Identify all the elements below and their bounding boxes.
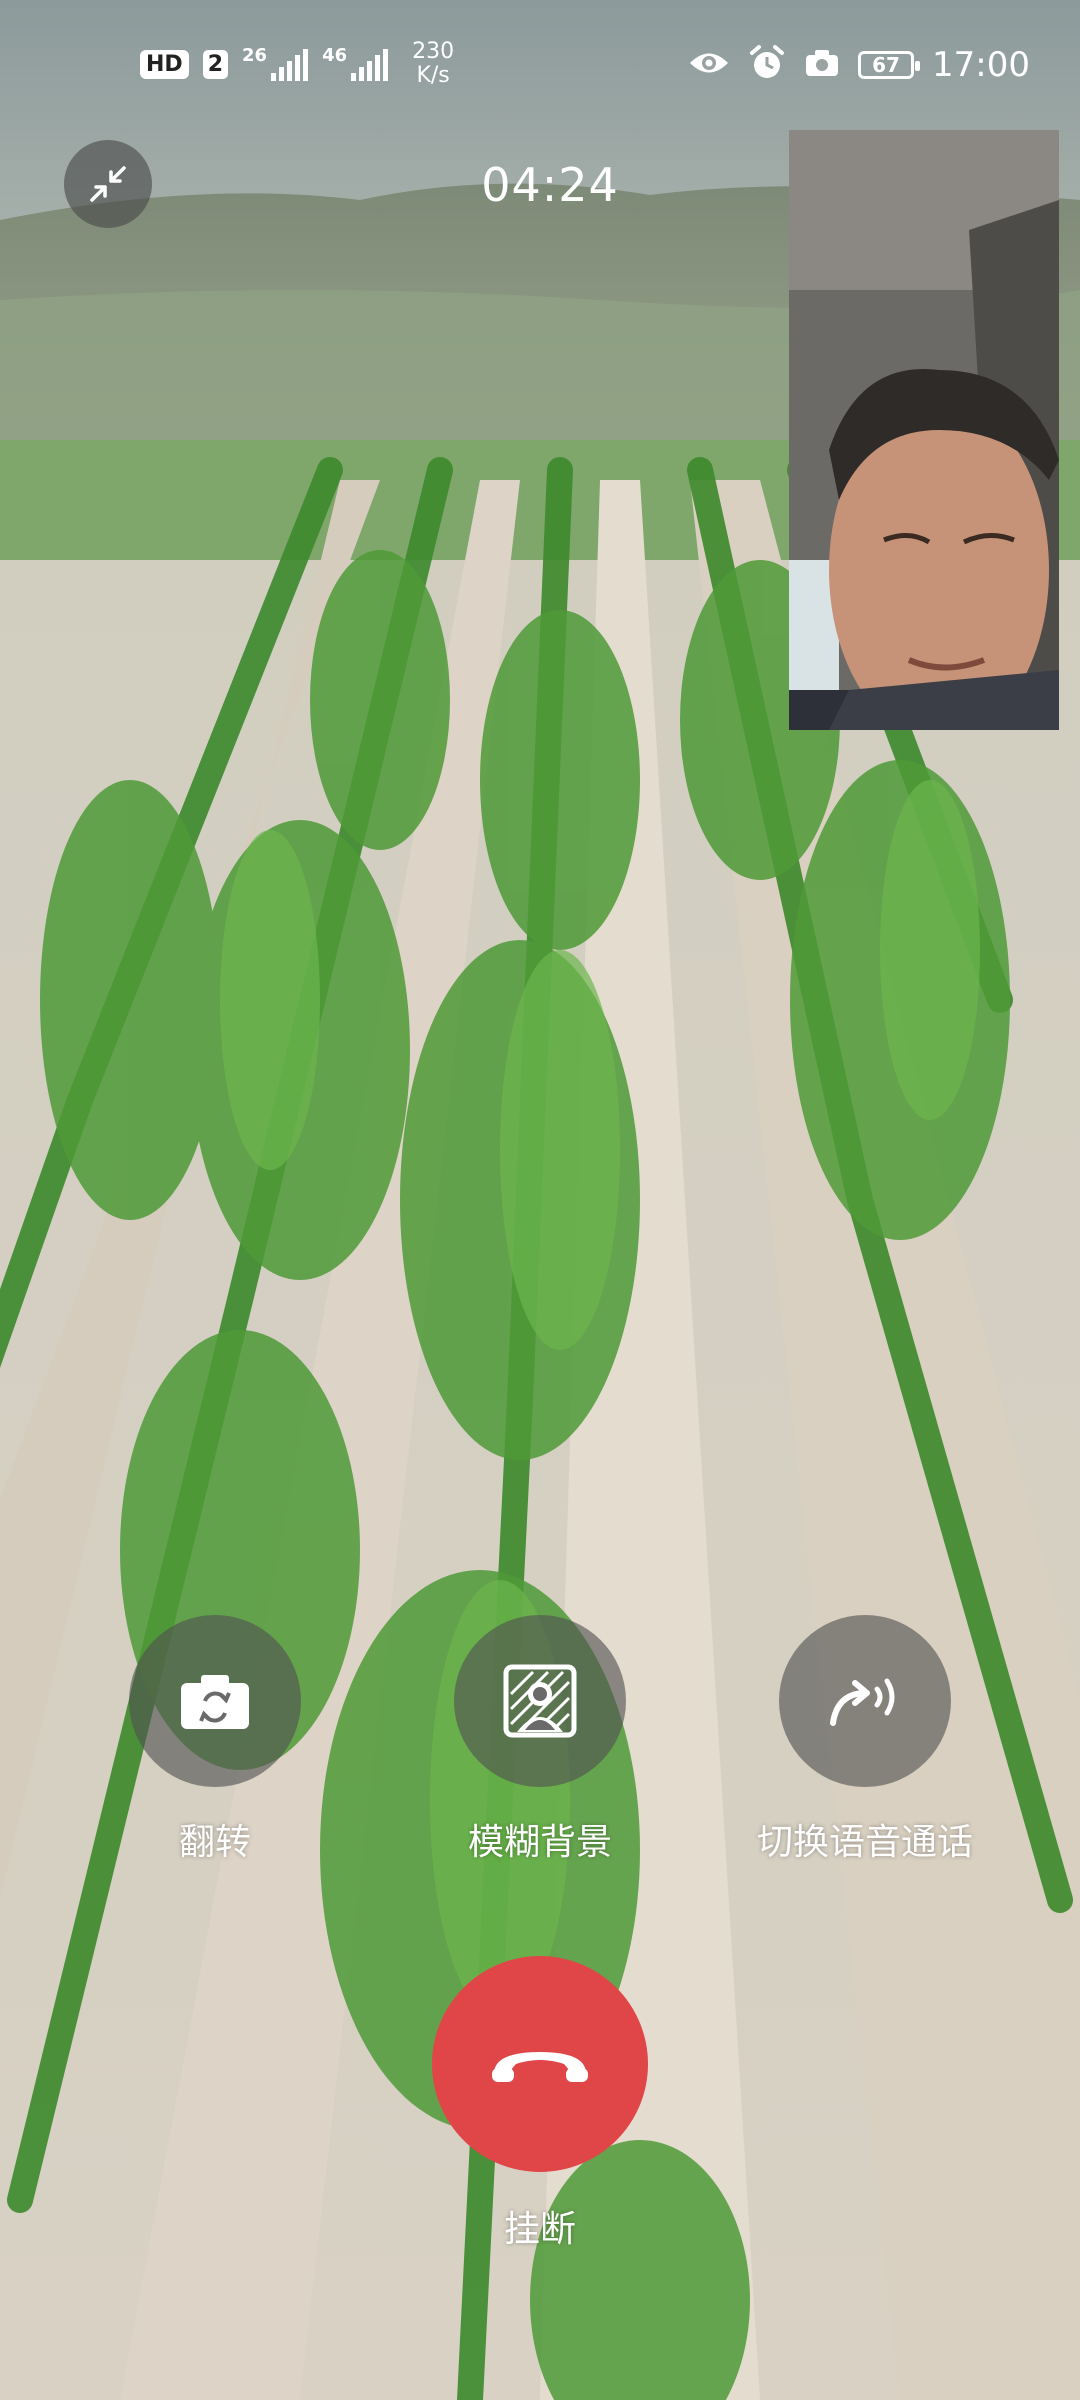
blur-background-label: 模糊背景 bbox=[467, 1822, 612, 1863]
hangup-button[interactable] bbox=[432, 1956, 648, 2172]
signal-icon: 26 bbox=[242, 45, 309, 81]
network-speed-value: 230 bbox=[412, 39, 455, 64]
switch-voice-icon bbox=[830, 1678, 895, 1726]
sim-badge: 2 bbox=[202, 49, 228, 79]
switch-voice-button[interactable] bbox=[779, 1615, 951, 1787]
self-video-preview[interactable] bbox=[789, 130, 1059, 730]
signal-icon-2: 46 bbox=[322, 45, 389, 81]
camera-flip-icon bbox=[181, 1675, 249, 1729]
collapse-icon bbox=[90, 166, 126, 202]
camera-icon bbox=[804, 48, 840, 82]
flip-camera-button[interactable] bbox=[129, 1615, 301, 1787]
switch-voice-control[interactable]: 切换语音通话 bbox=[715, 1615, 1015, 1865]
portrait-blur-icon bbox=[503, 1664, 577, 1738]
blur-background-button[interactable] bbox=[454, 1615, 626, 1787]
network-type-1: 26 bbox=[242, 45, 268, 66]
network-speed: 230 K/s bbox=[412, 40, 454, 88]
call-timer: 04:24 bbox=[481, 158, 619, 212]
status-time: 17:00 bbox=[932, 45, 1030, 85]
hangup-phone-icon bbox=[492, 2052, 588, 2082]
blur-background-control[interactable]: 模糊背景 bbox=[390, 1615, 690, 1865]
eye-icon bbox=[688, 48, 730, 82]
network-speed-unit: K/s bbox=[416, 63, 450, 88]
flip-camera-control[interactable]: 翻转 bbox=[65, 1615, 365, 1865]
flip-camera-label: 翻转 bbox=[178, 1822, 251, 1863]
hd-badge: HD bbox=[140, 49, 189, 79]
switch-voice-label: 切换语音通话 bbox=[756, 1822, 973, 1863]
status-bar: HD 2 26 46 230 K/s 67 17:00 bbox=[0, 0, 1080, 130]
hangup-label: 挂断 bbox=[503, 2209, 576, 2250]
alarm-icon bbox=[748, 44, 786, 86]
network-type-2: 46 bbox=[322, 45, 348, 66]
minimize-button[interactable] bbox=[64, 140, 152, 228]
battery-icon: 67 bbox=[858, 51, 921, 79]
